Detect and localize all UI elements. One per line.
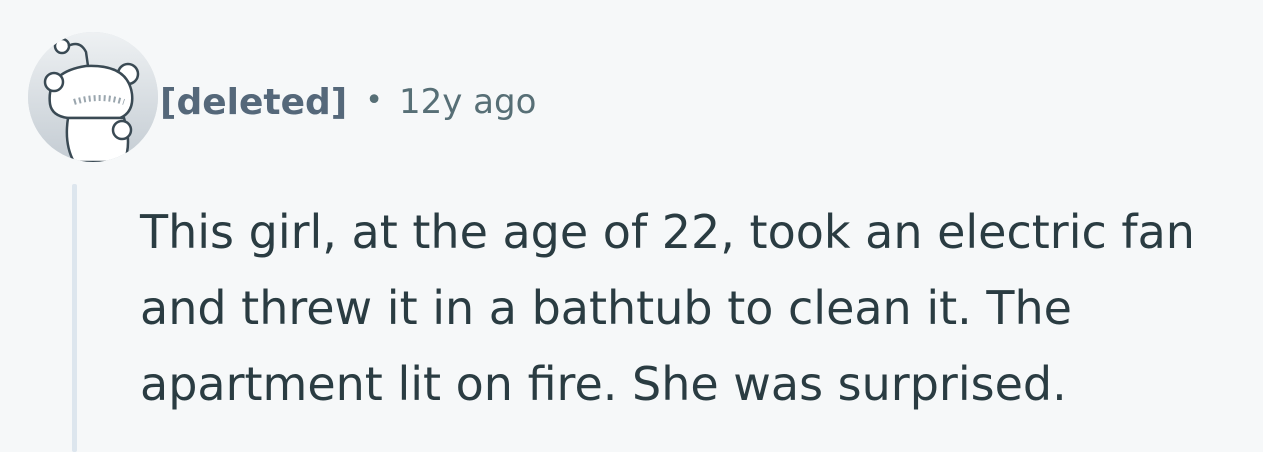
comment-body-line: This girl, at the age of 22, took an ele… xyxy=(140,205,1195,259)
meta-separator: • xyxy=(365,82,383,118)
comment-body-line: apartment lit on fire. She was surprised… xyxy=(140,357,1067,411)
comment-body: This girl, at the age of 22, took an ele… xyxy=(140,194,1260,422)
author-name[interactable]: [deleted] xyxy=(160,82,347,123)
timestamp[interactable]: 12y ago xyxy=(399,82,536,122)
comment-meta: [deleted] • 12y ago xyxy=(160,78,536,126)
comment-body-line: and threw it in a bathtub to clean it. T… xyxy=(140,281,1072,335)
thread-collapse-line[interactable] xyxy=(72,184,77,452)
comment: [deleted] • 12y ago This girl, at the ag… xyxy=(0,0,1263,452)
snoo-avatar-icon[interactable] xyxy=(28,32,158,162)
